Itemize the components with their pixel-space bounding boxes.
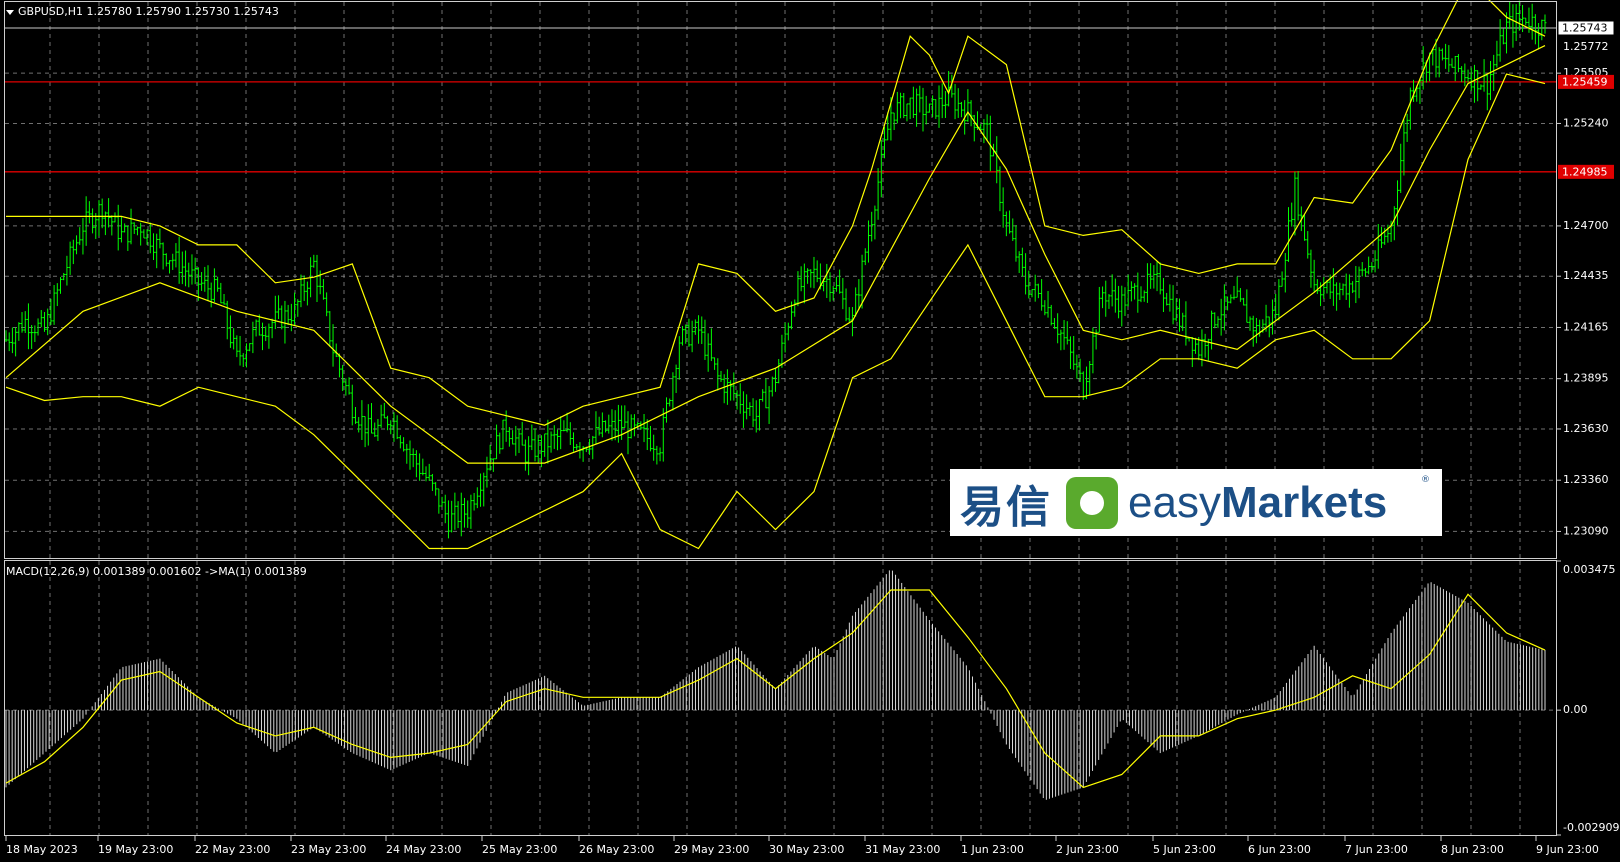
collapse-triangle-icon[interactable]: [6, 9, 14, 15]
time-tick-label: 26 May 23:00: [579, 843, 654, 856]
logo-chinese-text: 易信: [960, 481, 1052, 533]
price-tick-label: 1.23630: [1563, 422, 1609, 435]
price-tick-label: 1.23090: [1563, 524, 1609, 537]
time-tick-label: 18 May 2023: [6, 843, 78, 856]
time-tick-label: 22 May 23:00: [195, 843, 270, 856]
macd-tick-label: -0.002909: [1563, 821, 1619, 834]
price-chart-title[interactable]: GBPUSD,H1 1.25780 1.25790 1.25730 1.2574…: [6, 5, 279, 18]
time-tick-label: 25 May 23:00: [482, 843, 557, 856]
time-tick-label: 8 Jun 23:00: [1441, 843, 1504, 856]
price-tick-label: 1.24165: [1563, 320, 1609, 333]
time-tick-label: 23 May 23:00: [291, 843, 366, 856]
time-tick-label: 29 May 23:00: [674, 843, 749, 856]
level-label: 1.25459: [1562, 75, 1608, 88]
current-price-label: 1.25743: [1562, 21, 1608, 34]
time-axis: 18 May 2023 19 May 23:00 22 May 23:00 23 Ma…: [5, 836, 1599, 856]
price-tick-label: 1.24700: [1563, 219, 1609, 232]
time-tick-label: 31 May 23:00: [865, 843, 940, 856]
price-tick-label: 1.23895: [1563, 372, 1609, 385]
registered-mark: ®: [1421, 475, 1430, 485]
macd-tick-label: 0.003475: [1563, 563, 1616, 576]
time-tick-label: 5 Jun 23:00: [1153, 843, 1216, 856]
time-tick-label: 1 Jun 23:00: [961, 843, 1024, 856]
time-tick-label: 24 May 23:00: [386, 843, 461, 856]
price-tick-label: 1.24435: [1563, 269, 1609, 282]
level-label: 1.24985: [1562, 165, 1608, 178]
price-tick-label: 1.25240: [1563, 116, 1609, 129]
easymarkets-logo: 易信 easyMarkets ®: [950, 469, 1442, 536]
price-axis: 1.255051.252401.247001.244351.241651.238…: [1556, 20, 1619, 836]
macd-panel-border: [4, 560, 1557, 836]
time-tick-label: 2 Jun 23:00: [1056, 843, 1119, 856]
macd-title: MACD(12,26,9) 0.001389 0.001602 ->MA(1) …: [6, 565, 307, 578]
time-tick-label: 6 Jun 23:00: [1248, 843, 1311, 856]
price-tick-label: 1.25772: [1563, 40, 1609, 53]
time-tick-label: 30 May 23:00: [769, 843, 844, 856]
time-tick-label: 7 Jun 23:00: [1345, 843, 1408, 856]
price-tick-label: 1.23360: [1563, 473, 1609, 486]
logo-brand-text: easyMarkets: [1128, 477, 1388, 527]
price-title-text: GBPUSD,H1 1.25780 1.25790 1.25730 1.2574…: [18, 5, 279, 18]
time-tick-label: 9 Jun 23:00: [1536, 843, 1599, 856]
logo-mark-icon: [1066, 476, 1118, 529]
time-tick-label: 19 May 23:00: [98, 843, 173, 856]
macd-tick-label: 0.00: [1563, 703, 1588, 716]
